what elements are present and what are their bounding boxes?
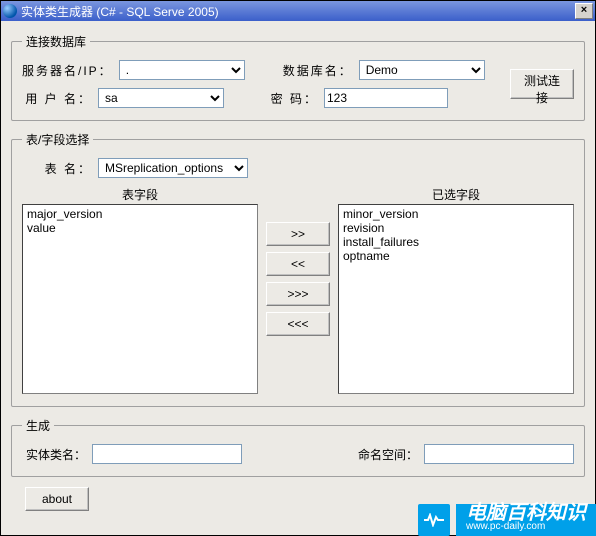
client-area: 连接数据库 服务器名/IP： . 数据库名： Demo 用 户 名： sa 密 xyxy=(1,21,595,535)
password-input[interactable] xyxy=(324,88,448,108)
list-item[interactable]: install_failures xyxy=(343,235,569,249)
generate-group: 生成 实体类名： 命名空间： xyxy=(11,417,585,477)
table-field-legend: 表/字段选择 xyxy=(22,131,93,148)
window-title: 实体类生成器 (C# - SQL Serve 2005) xyxy=(21,3,575,20)
user-select[interactable]: sa xyxy=(98,88,224,108)
add-all-button[interactable]: >>> xyxy=(266,282,330,306)
about-button[interactable]: about xyxy=(25,487,89,511)
available-fields-list[interactable]: major_versionvalue xyxy=(22,204,258,394)
remove-button[interactable]: << xyxy=(266,252,330,276)
list-item[interactable]: major_version xyxy=(27,207,253,221)
list-item[interactable]: revision xyxy=(343,221,569,235)
db-label: 数据库名： xyxy=(283,62,353,79)
selected-fields-list[interactable]: minor_versionrevisioninstall_failuresopt… xyxy=(338,204,574,394)
namespace-input[interactable] xyxy=(424,444,574,464)
add-button[interactable]: >> xyxy=(266,222,330,246)
table-label: 表 名： xyxy=(22,160,92,177)
titlebar: 实体类生成器 (C# - SQL Serve 2005) × xyxy=(1,1,595,21)
database-select[interactable]: Demo xyxy=(359,60,485,80)
generate-legend: 生成 xyxy=(22,417,54,434)
list-item[interactable]: value xyxy=(27,221,253,235)
remove-all-button[interactable]: <<< xyxy=(266,312,330,336)
list-item[interactable]: optname xyxy=(343,249,569,263)
app-window: 实体类生成器 (C# - SQL Serve 2005) × 连接数据库 服务器… xyxy=(0,0,596,536)
user-label: 用 户 名： xyxy=(22,90,92,107)
app-icon xyxy=(3,4,17,18)
connection-legend: 连接数据库 xyxy=(22,33,90,50)
close-button[interactable]: × xyxy=(575,3,593,19)
test-connection-button[interactable]: 测试连接 xyxy=(510,69,574,99)
list-item[interactable]: minor_version xyxy=(343,207,569,221)
table-field-group: 表/字段选择 表 名： MSreplication_options 表字段 ma… xyxy=(11,131,585,407)
server-select[interactable]: . xyxy=(119,60,245,80)
left-list-header: 表字段 xyxy=(22,186,258,202)
right-list-header: 已选字段 xyxy=(338,186,574,202)
password-label: 密 码： xyxy=(262,90,318,107)
class-name-input[interactable] xyxy=(92,444,242,464)
namespace-label: 命名空间： xyxy=(354,446,418,463)
server-label: 服务器名/IP： xyxy=(22,62,113,79)
table-select[interactable]: MSreplication_options xyxy=(98,158,248,178)
connection-group: 连接数据库 服务器名/IP： . 数据库名： Demo 用 户 名： sa 密 xyxy=(11,33,585,121)
class-name-label: 实体类名： xyxy=(22,446,86,463)
